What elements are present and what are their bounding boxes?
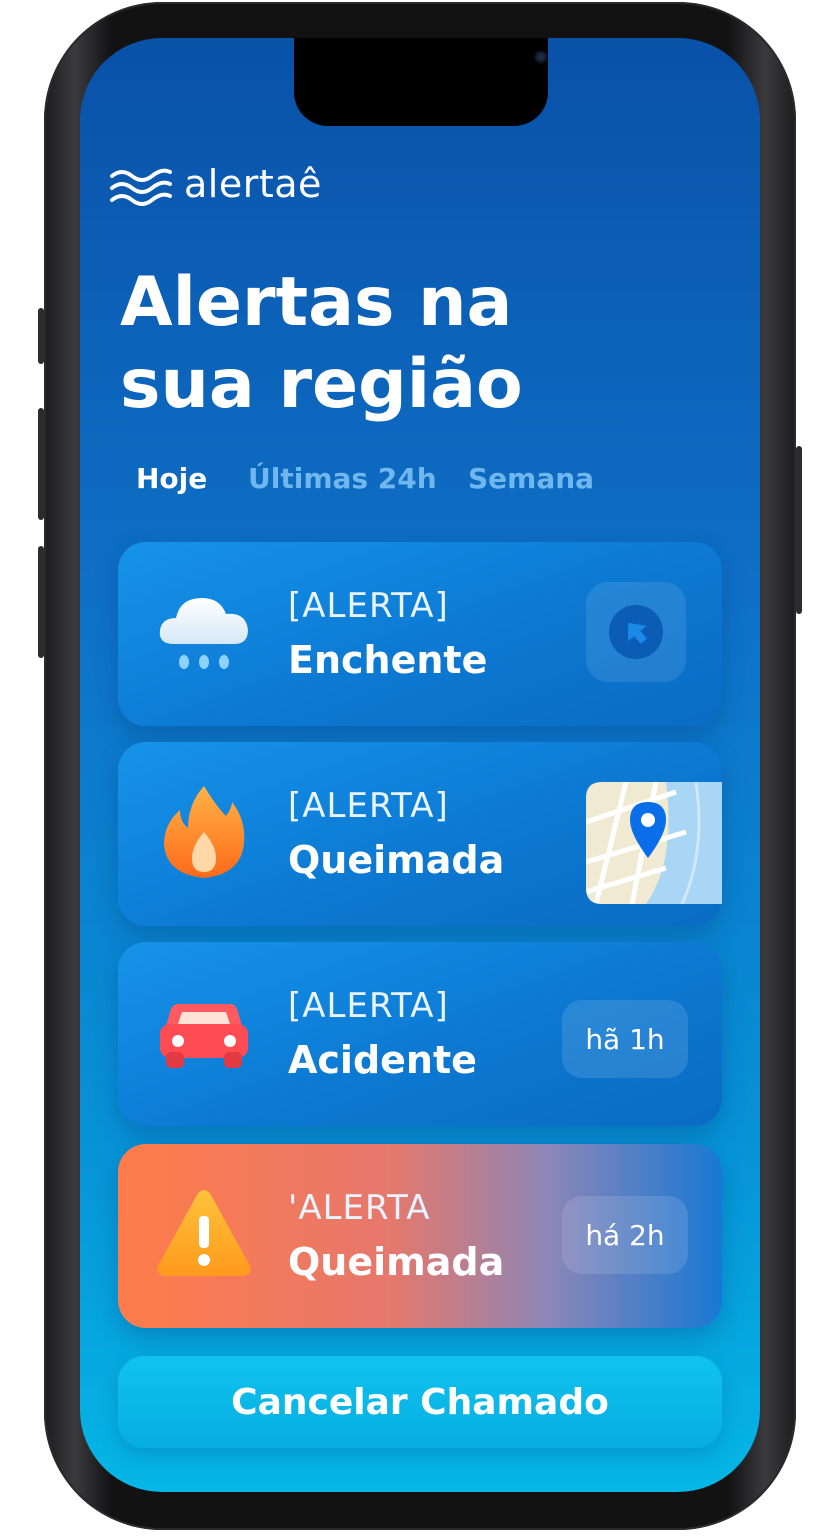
- alert-tag: 'ALERTA: [288, 1188, 431, 1228]
- alert-tag: [ALERTA]: [288, 586, 449, 626]
- tab-semana[interactable]: Semana: [468, 462, 594, 495]
- page-title: Alertas na sua região: [120, 262, 680, 426]
- app-screen: alertaê Alertas na sua região Hoje Últim…: [80, 38, 760, 1492]
- power-button: [796, 446, 802, 614]
- volume-down-button: [38, 546, 44, 658]
- car-icon: [154, 982, 254, 1082]
- app-logo: alertaê: [108, 162, 322, 206]
- alert-card-queimada[interactable]: [ALERTA] Queimada: [118, 742, 722, 926]
- volume-up-button: [38, 408, 44, 520]
- alert-type: Queimada: [288, 1240, 505, 1284]
- time-filter-tabs: Hoje Últimas 24h Semana: [136, 462, 594, 495]
- alert-type: Queimada: [288, 838, 505, 882]
- tab-ultimas-24h[interactable]: Últimas 24h: [248, 462, 468, 495]
- cancel-call-button[interactable]: Cancelar Chamado: [118, 1356, 722, 1448]
- alert-card-acidente[interactable]: [ALERTA] Acidente hã 1h: [118, 942, 722, 1126]
- time-badge: há 2h: [562, 1196, 688, 1274]
- alert-card-enchente[interactable]: [ALERTA] Enchente: [118, 542, 722, 726]
- waves-logo-icon: [110, 168, 172, 206]
- silent-switch: [38, 308, 44, 364]
- time-badge: hã 1h: [562, 1000, 688, 1078]
- page-title-line2: sua região: [120, 345, 523, 424]
- rain-cloud-icon: [154, 582, 254, 682]
- alert-tag: [ALERTA]: [288, 786, 449, 826]
- camera-icon: [534, 50, 548, 64]
- alert-card-queimada-urgent[interactable]: 'ALERTA Queimada há 2h: [118, 1144, 722, 1328]
- fire-icon: [154, 782, 254, 882]
- navigation-icon: [609, 605, 663, 659]
- alert-tag: [ALERTA]: [288, 986, 449, 1026]
- tab-hoje[interactable]: Hoje: [136, 462, 248, 495]
- page-title-line1: Alertas na: [120, 263, 513, 342]
- notch: [294, 38, 548, 126]
- logo-text: alertaê: [184, 162, 322, 206]
- warning-icon: [154, 1184, 254, 1284]
- alert-type: Acidente: [288, 1038, 477, 1082]
- alert-type: Enchente: [288, 638, 488, 682]
- map-thumbnail[interactable]: [586, 782, 722, 904]
- navigate-button[interactable]: [586, 582, 686, 682]
